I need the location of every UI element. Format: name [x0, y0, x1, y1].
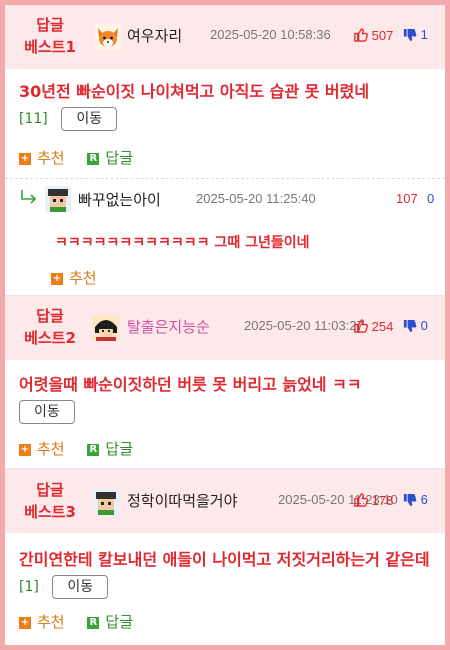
upvote-button[interactable]: 178: [353, 492, 393, 508]
recommend-button[interactable]: + 추천: [19, 611, 65, 632]
avatar[interactable]: [45, 186, 71, 212]
best-reply-header-2: 답글 베스트2 탈출은지능순 2025-05-20 11:03:27 254 0: [5, 296, 445, 360]
recommend-button[interactable]: + 추천: [19, 438, 65, 459]
nickname[interactable]: 정학이따먹을거야: [127, 490, 237, 511]
reply-r-icon: R: [87, 152, 100, 165]
divider: [5, 178, 445, 179]
nickname[interactable]: 여우자리: [127, 25, 182, 46]
downvote-button[interactable]: 0: [402, 318, 428, 334]
thumb-down-icon: [402, 27, 421, 42]
thumb-up-icon: [353, 28, 372, 43]
best-reply-header-3: 답글 베스트3 정학이따먹을거야 2025-05-20 11:23:10 178: [5, 469, 445, 533]
move-button[interactable]: 이동: [19, 399, 75, 424]
recommend-button[interactable]: + 추천: [51, 267, 97, 288]
avatar[interactable]: [93, 315, 119, 341]
comment-count: [1]: [19, 579, 39, 595]
post-date: 2025-05-20 10:58:36: [210, 27, 331, 42]
thumb-up-icon: [353, 493, 372, 508]
downvote-count[interactable]: 0: [427, 191, 434, 206]
thumb-down-icon: [402, 318, 421, 333]
downvote-button[interactable]: 6: [402, 492, 428, 508]
best-rank-label-3: 답글 베스트3: [24, 481, 76, 521]
upvote-button[interactable]: 254: [353, 318, 393, 334]
reply-button[interactable]: R 답글: [87, 438, 133, 459]
best-replies-panel: 답글 베스트1 여우자리 2025-05-20 10:58:36 507 1 3…: [5, 5, 445, 645]
downvote-button[interactable]: 1: [402, 27, 428, 43]
nickname[interactable]: 빠꾸없는아이: [78, 189, 161, 210]
post-date: 2025-05-20 11:03:27: [244, 318, 364, 333]
upvote-button[interactable]: 507: [353, 27, 393, 43]
comment-count: [11]: [19, 111, 48, 127]
sub-reply-text: ㅋㅋㅋㅋㅋㅋㅋㅋㅋㅋㅋㅋ 그때 그년들이네: [55, 235, 310, 251]
upvote-count[interactable]: 107: [396, 191, 418, 206]
reply-r-icon: R: [87, 443, 100, 456]
post-date: 2025-05-20 11:25:40: [196, 191, 316, 206]
reply-button[interactable]: R 답글: [87, 147, 133, 168]
reply-button[interactable]: R 답글: [87, 611, 133, 632]
avatar[interactable]: [93, 489, 119, 515]
move-button[interactable]: 이동: [61, 106, 118, 131]
plus-icon: +: [19, 443, 31, 456]
recommend-button[interactable]: + 추천: [19, 147, 65, 168]
reply-title[interactable]: 30년전 빠순이짓 나이쳐먹고 아직도 습관 못 버렸네 [11] 이동: [19, 79, 435, 132]
reply-actions: + 추천 R 답글: [19, 147, 151, 168]
plus-icon: +: [51, 272, 63, 285]
reply-arrow-icon: [19, 188, 39, 210]
best-rank-label-1: 답글 베스트1: [24, 16, 76, 56]
sub-reply-actions: + 추천: [51, 267, 115, 288]
thumb-up-icon: [353, 319, 372, 334]
best-rank-label-2: 답글 베스트2: [24, 307, 76, 347]
reply-title[interactable]: 어렷을때 빠순이짓하던 버릇 못 버리고 늙었네 ㅋㅋ 이동: [19, 372, 435, 424]
plus-icon: +: [19, 152, 31, 165]
reply-actions: + 추천 R 답글: [19, 438, 151, 459]
reply-r-icon: R: [87, 616, 100, 629]
best-reply-header-1: 답글 베스트1 여우자리 2025-05-20 10:58:36 507 1: [5, 5, 445, 69]
reply-actions: + 추천 R 답글: [19, 611, 151, 632]
move-button[interactable]: 이동: [52, 574, 109, 599]
thumb-down-icon: [402, 492, 421, 507]
plus-icon: +: [19, 616, 31, 629]
reply-title[interactable]: 간미연한테 칼보내던 애들이 나이먹고 저짓거리하는거 같은데 [1] 이동: [19, 547, 435, 600]
avatar[interactable]: [95, 24, 121, 50]
nickname[interactable]: 탈출은지능순: [127, 316, 210, 337]
